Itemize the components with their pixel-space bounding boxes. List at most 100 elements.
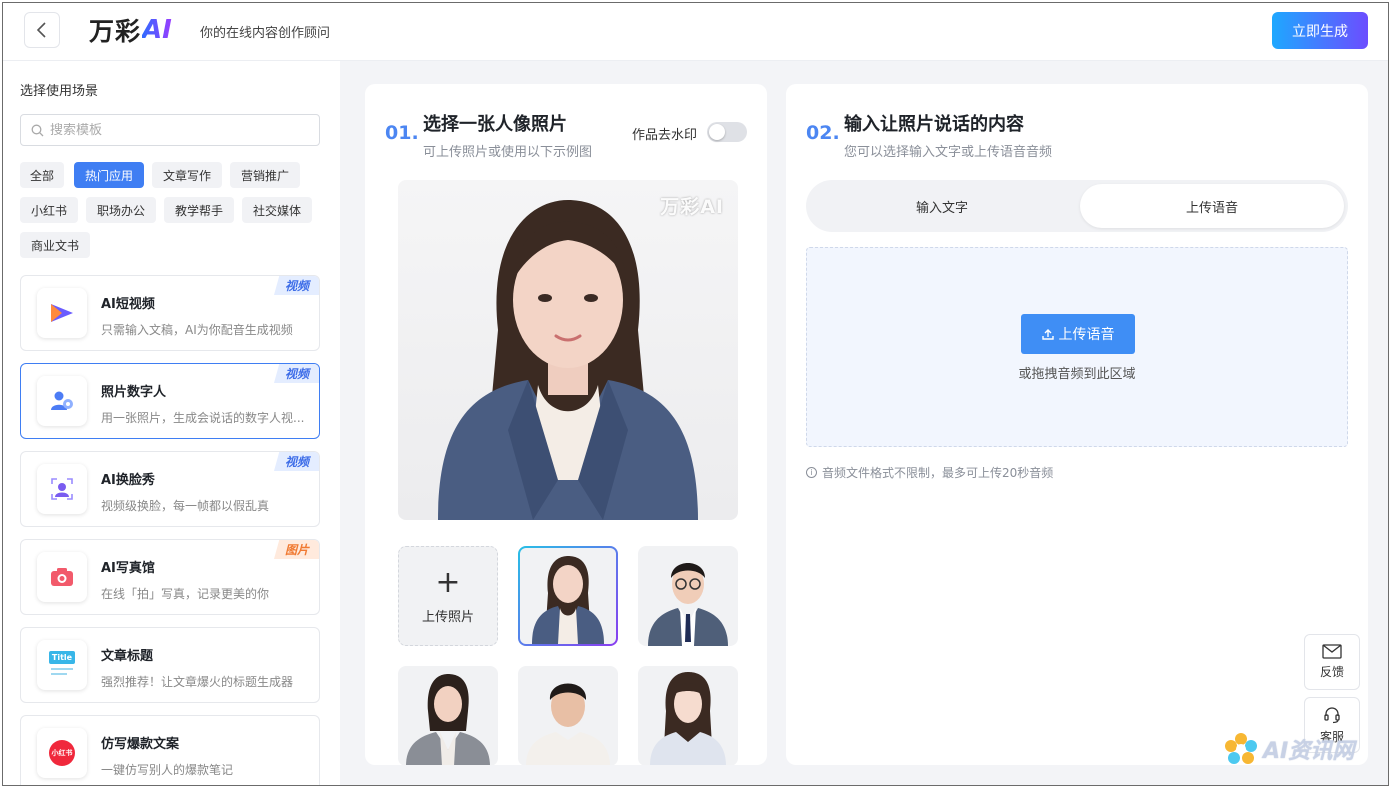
tag-business-docs[interactable]: 商业文书 [20, 232, 90, 258]
generate-button[interactable]: 立即生成 [1272, 12, 1368, 49]
step2-title: 输入让照片说话的内容 [844, 114, 1024, 135]
step1-title: 选择一张人像照片 [423, 114, 567, 135]
app-window: 万彩 AI 你的在线内容创作顾问 立即生成 选择使用场景 全部 热门应用 文章写… [2, 2, 1389, 786]
search-input[interactable] [50, 122, 300, 138]
feedback-button[interactable]: 反馈 [1304, 634, 1360, 690]
tab-input-text[interactable]: 输入文字 [810, 184, 1074, 228]
step1-subtitle: 可上传照片或使用以下示例图 [423, 145, 593, 160]
card-desc: 一键仿写别人的爆款笔记 [101, 763, 234, 777]
logo-text: 万彩 [89, 17, 142, 46]
card-desc: 在线「拍」写真，记录更美的你 [101, 587, 270, 601]
flower-logo-icon [1225, 733, 1257, 764]
tag-hot-apps[interactable]: 热门应用 [74, 162, 144, 188]
sample-photo-5[interactable] [638, 666, 738, 765]
upload-photo-label: 上传照片 [421, 609, 474, 625]
card-title: 仿写爆款文案 [101, 737, 180, 752]
card-icon-wrap [37, 552, 87, 602]
sample-photo-4[interactable] [518, 666, 618, 765]
tagline: 你的在线内容创作顾问 [200, 26, 331, 41]
card-desc: 强烈推荐！让文章爆火的标题生成器 [101, 675, 294, 689]
toggle-knob [709, 124, 725, 140]
card-icon-wrap: Title [37, 640, 87, 690]
tag-xiaohongshu[interactable]: 小红书 [20, 197, 78, 223]
portrait-man-thumb [526, 683, 610, 765]
tag-office[interactable]: 职场办公 [86, 197, 156, 223]
xiaohongshu-icon: 小红书 [49, 740, 75, 766]
card-title: 照片数字人 [101, 385, 167, 400]
card-ai-photo-studio[interactable]: AI写真馆 在线「拍」写真，记录更美的你 图片 [20, 539, 320, 615]
card-ai-short-video[interactable]: AI短视频 只需输入文稿，AI为你配音生成视频 视频 [20, 275, 320, 351]
sample-photo-1[interactable] [518, 546, 618, 646]
speech-content-panel: 02. 输入让照片说话的内容 您可以选择输入文字或上传语音音频 输入文字 上传语… [786, 84, 1368, 765]
sidebar-title: 选择使用场景 [20, 84, 99, 99]
upload-voice-label: 上传语音 [1058, 327, 1115, 343]
badge-video: 视频 [274, 276, 319, 295]
chevron-left-icon [36, 22, 46, 38]
input-mode-tabs: 输入文字 上传语音 [806, 180, 1348, 232]
corner-watermark: AI资讯网 [1223, 731, 1354, 767]
badge-video: 视频 [274, 364, 319, 383]
card-viral-copy-rewrite[interactable]: 小红书 仿写爆款文案 一键仿写别人的爆款笔记 [20, 715, 320, 785]
portrait-woman-image [438, 200, 698, 520]
card-article-title[interactable]: Title 文章标题 强烈推荐！让文章爆火的标题生成器 [20, 627, 320, 703]
tag-marketing[interactable]: 营销推广 [230, 162, 300, 188]
card-icon-wrap [37, 288, 87, 338]
portrait-woman-thumb [650, 672, 726, 765]
tag-all[interactable]: 全部 [20, 162, 64, 188]
card-desc: 用一张照片，生成会说话的数字人视... [101, 411, 305, 425]
card-photo-digital-human[interactable]: 照片数字人 用一张照片，生成会说话的数字人视... 视频 [20, 363, 320, 439]
sample-photo-3[interactable] [398, 666, 498, 765]
camera-icon [51, 568, 73, 586]
scenario-sidebar: 选择使用场景 全部 热门应用 文章写作 营销推广 小红书 职场办公 教学帮手 社… [3, 61, 340, 785]
tag-teaching[interactable]: 教学帮手 [164, 197, 234, 223]
portrait-man-glasses-thumb [648, 563, 728, 646]
card-title: 文章标题 [101, 649, 154, 664]
video-play-icon [51, 304, 73, 322]
plus-icon: + [435, 564, 461, 600]
mail-icon [1322, 644, 1342, 659]
remove-watermark-label: 作品去水印 [632, 128, 698, 143]
title-doc-label: Title [49, 651, 75, 664]
logo: 万彩 AI [89, 14, 172, 46]
card-title: AI写真馆 [101, 561, 155, 576]
search-icon [31, 124, 44, 136]
tab-upload-voice[interactable]: 上传语音 [1080, 184, 1344, 228]
upload-icon [1041, 329, 1054, 340]
card-title: AI短视频 [101, 297, 155, 312]
drop-hint: 或拖拽音频到此区域 [1018, 367, 1136, 382]
preview-watermark: 万彩AI [660, 196, 724, 218]
top-header: 万彩 AI 你的在线内容创作顾问 立即生成 [3, 3, 1388, 61]
card-desc: 只需输入文稿，AI为你配音生成视频 [101, 323, 293, 337]
template-search[interactable] [20, 114, 320, 146]
upload-photo-button[interactable]: + 上传照片 [398, 546, 498, 646]
feedback-label: 反馈 [1319, 665, 1344, 679]
step1-number: 01. [385, 122, 419, 144]
badge-video: 视频 [274, 452, 319, 471]
card-icon-wrap [37, 464, 87, 514]
card-desc: 视频级换脸，每一帧都以假乱真 [101, 499, 270, 513]
audio-format-note: i 音频文件格式不限制，最多可上传20秒音频 [806, 464, 1053, 481]
digital-human-icon [51, 391, 73, 410]
portrait-woman-thumb [406, 674, 490, 765]
tag-social-media[interactable]: 社交媒体 [242, 197, 312, 223]
sample-photo-2[interactable] [638, 546, 738, 646]
tag-article-writing[interactable]: 文章写作 [152, 162, 222, 188]
portrait-preview: 万彩AI [398, 180, 738, 520]
card-icon-wrap [37, 376, 87, 426]
face-swap-icon [51, 478, 73, 500]
back-button[interactable] [24, 12, 60, 48]
badge-image: 图片 [274, 540, 319, 559]
card-ai-face-swap[interactable]: AI换脸秀 视频级换脸，每一帧都以假乱真 视频 [20, 451, 320, 527]
headset-icon [1324, 706, 1340, 723]
portrait-woman-thumb [532, 556, 604, 644]
logo-ai: AI [142, 15, 172, 45]
remove-watermark-toggle[interactable] [707, 122, 747, 142]
card-icon-wrap: 小红书 [37, 728, 87, 778]
photo-select-panel: 01. 选择一张人像照片 可上传照片或使用以下示例图 作品去水印 万彩AI + … [365, 84, 767, 765]
upload-voice-button[interactable]: 上传语音 [1021, 314, 1135, 354]
title-doc-icon: Title [49, 651, 75, 679]
note-text: 音频文件格式不限制，最多可上传20秒音频 [822, 466, 1054, 480]
step2-number: 02. [806, 122, 840, 144]
card-title: AI换脸秀 [101, 473, 155, 488]
audio-dropzone[interactable]: 上传语音 或拖拽音频到此区域 [806, 247, 1348, 447]
